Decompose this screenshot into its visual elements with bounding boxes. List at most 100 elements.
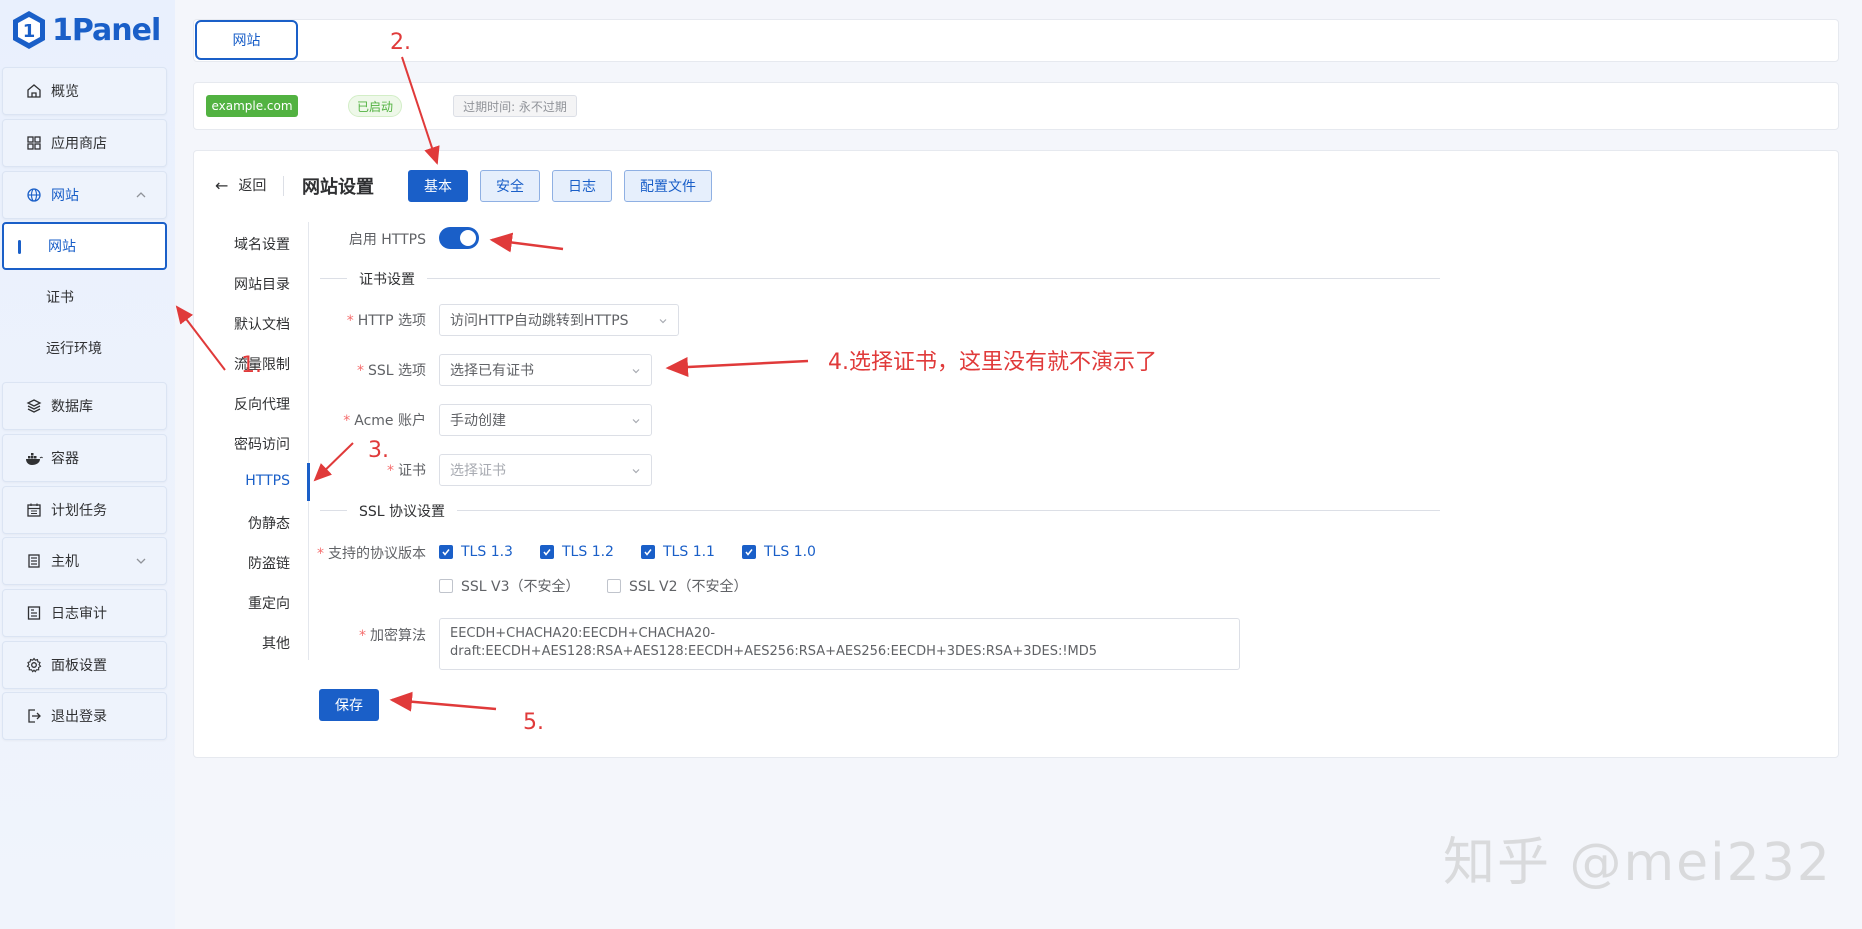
sidebar: 1 1Panel 概览 应用商店 网站 网站 证书 运行环境 数据库 容器 计划…	[0, 0, 175, 929]
logo-icon: 1	[13, 11, 45, 49]
acme-account-value: 手动创建	[450, 413, 506, 429]
checkbox-label: TLS 1.0	[764, 544, 816, 560]
nav-domain-settings[interactable]: 域名设置	[180, 234, 290, 254]
left-nav-active-marker	[307, 463, 310, 501]
http-option-text: HTTP 选项	[357, 313, 426, 329]
sidebar-item-audit-log[interactable]: 日志审计	[2, 589, 167, 637]
save-button[interactable]: 保存	[319, 689, 379, 721]
checkbox-tls11[interactable]: TLS 1.1	[641, 544, 715, 560]
sidebar-item-website[interactable]: 网站	[2, 171, 167, 219]
certificate-select[interactable]: 选择证书	[439, 454, 652, 486]
nav-default-document[interactable]: 默认文档	[180, 314, 290, 334]
globe-icon	[25, 186, 43, 204]
watermark: 知乎 @mei232	[1443, 833, 1832, 893]
chevron-down-icon	[136, 558, 146, 564]
nav-other[interactable]: 其他	[180, 633, 290, 653]
tab-logs[interactable]: 日志	[552, 170, 612, 202]
logo[interactable]: 1 1Panel	[10, 8, 161, 52]
cipher-textarea[interactable]: EECDH+CHACHA20:EECDH+CHACHA20-draft:EECD…	[439, 618, 1240, 670]
ssl-option-select[interactable]: 选择已有证书	[439, 354, 652, 386]
nav-redirect[interactable]: 重定向	[180, 593, 290, 613]
http-option-value: 访问HTTP自动跳转到HTTPS	[450, 313, 629, 329]
submenu-label: 证书	[46, 290, 74, 306]
nav-rewrite[interactable]: 伪静态	[180, 513, 290, 533]
checkbox-box	[439, 579, 453, 593]
nav-traffic-limit[interactable]: 流量限制	[180, 354, 290, 374]
server-icon	[25, 552, 43, 570]
checkbox-tls12[interactable]: TLS 1.2	[540, 544, 614, 560]
nav-anti-leech[interactable]: 防盗链	[180, 553, 290, 573]
cipher-label: * 加密算法	[359, 628, 426, 644]
sidebar-item-label: 容器	[51, 451, 79, 467]
back-button[interactable]: ← 返回	[215, 175, 266, 195]
gear-icon	[25, 656, 43, 674]
tab-website[interactable]: 网站	[195, 20, 298, 60]
sidebar-item-label: 退出登录	[51, 709, 107, 725]
check-icon	[742, 545, 756, 559]
ssl-option-text: SSL 选项	[367, 363, 426, 379]
sidebar-item-label: 数据库	[51, 399, 93, 415]
submenu-certificate[interactable]: 证书	[2, 273, 167, 321]
sidebar-item-label: 日志审计	[51, 606, 107, 622]
http-option-label: * HTTP 选项	[346, 313, 426, 329]
checkbox-sslv3[interactable]: SSL V3（不安全）	[439, 576, 580, 596]
sidebar-item-panel-settings[interactable]: 面板设置	[2, 641, 167, 689]
calendar-icon	[25, 501, 43, 519]
submenu-website[interactable]: 网站	[2, 222, 167, 270]
back-label: 返回	[238, 178, 267, 194]
left-nav-rail	[308, 222, 309, 660]
chevron-down-icon	[659, 319, 667, 324]
http-option-select[interactable]: 访问HTTP自动跳转到HTTPS	[439, 304, 679, 336]
nav-https[interactable]: HTTPS	[180, 473, 290, 489]
nav-site-directory[interactable]: 网站目录	[180, 274, 290, 294]
sidebar-item-label: 面板设置	[51, 658, 107, 674]
check-icon	[540, 545, 554, 559]
acme-account-label: * Acme 账户	[343, 413, 426, 429]
chevron-down-icon	[632, 469, 640, 474]
sidebar-item-overview[interactable]: 概览	[2, 67, 167, 115]
sidebar-item-container[interactable]: 容器	[2, 434, 167, 482]
enable-https-label: 启用 HTTPS	[330, 229, 426, 249]
nav-password-access[interactable]: 密码访问	[180, 434, 290, 454]
enable-https-switch[interactable]	[439, 227, 479, 249]
checkbox-label: SSL V3（不安全）	[461, 579, 580, 595]
header-divider	[283, 176, 284, 196]
tab-basic[interactable]: 基本	[408, 170, 468, 202]
checkbox-tls10[interactable]: TLS 1.0	[742, 544, 816, 560]
sidebar-item-host[interactable]: 主机	[2, 537, 167, 585]
sidebar-item-app-store[interactable]: 应用商店	[2, 119, 167, 167]
acme-account-text: Acme 账户	[354, 413, 426, 429]
domain-tag[interactable]: example.com	[206, 95, 298, 117]
checkbox-sslv2[interactable]: SSL V2（不安全）	[607, 576, 748, 596]
check-icon	[641, 545, 655, 559]
ssl-option-label: * SSL 选项	[356, 363, 426, 379]
annotation-step-2: 2.	[390, 30, 411, 55]
svg-text:1: 1	[23, 21, 36, 42]
enable-https-text: 启用 HTTPS	[348, 232, 426, 248]
sidebar-item-database[interactable]: 数据库	[2, 382, 167, 430]
annotation-step-1: 1.	[241, 353, 262, 378]
chevron-up-icon	[136, 192, 146, 198]
top-tab-bar	[193, 19, 1839, 62]
sidebar-item-label: 应用商店	[51, 136, 107, 152]
docker-icon	[25, 449, 43, 467]
sidebar-item-cron[interactable]: 计划任务	[2, 486, 167, 534]
chevron-down-icon	[632, 419, 640, 424]
sidebar-item-logout[interactable]: 退出登录	[2, 692, 167, 740]
nav-reverse-proxy[interactable]: 反向代理	[180, 394, 290, 414]
submenu-runtime[interactable]: 运行环境	[2, 324, 167, 372]
sidebar-item-label: 网站	[51, 188, 79, 204]
sidebar-item-label: 计划任务	[51, 503, 107, 519]
tab-config-file[interactable]: 配置文件	[624, 170, 712, 202]
site-info-bar	[193, 82, 1839, 130]
protocol-label: * 支持的协议版本	[317, 546, 426, 562]
acme-account-select[interactable]: 手动创建	[439, 404, 652, 436]
logout-icon	[25, 707, 43, 725]
checkbox-label: TLS 1.3	[461, 544, 513, 560]
checkbox-label: TLS 1.1	[663, 544, 715, 560]
submenu-label: 运行环境	[46, 341, 102, 357]
checkbox-tls13[interactable]: TLS 1.3	[439, 544, 513, 560]
cipher-text: 加密算法	[370, 628, 426, 644]
tab-security[interactable]: 安全	[480, 170, 540, 202]
cert-section-divider	[320, 278, 1440, 279]
